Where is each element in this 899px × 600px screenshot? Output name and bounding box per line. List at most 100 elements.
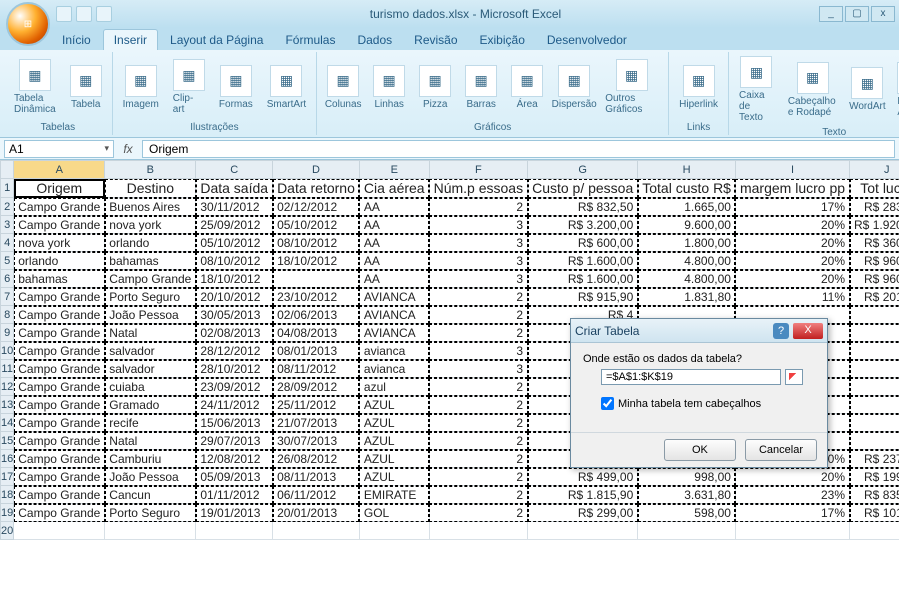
cell[interactable]: Campo Grande (14, 198, 105, 216)
cell[interactable]: Cancun (105, 486, 196, 504)
header-cell[interactable]: Núm.p essoas (429, 179, 527, 198)
cell[interactable]: AA (359, 270, 429, 288)
row-header-14[interactable]: 14 (1, 414, 14, 432)
cell[interactable]: R$ 3.200,00 (528, 216, 638, 234)
row-header-17[interactable]: 17 (1, 468, 14, 486)
cell[interactable]: 17% (735, 198, 849, 216)
header-cell[interactable]: Custo p/ pessoa (528, 179, 638, 198)
cell[interactable]: Campo Grande (14, 324, 105, 342)
cell[interactable]: orlando (105, 234, 196, 252)
cell[interactable]: R$ 283,05 (850, 198, 899, 216)
col-header-A[interactable]: A (14, 161, 105, 179)
cell[interactable]: R$ 101,66 (850, 504, 899, 522)
cell[interactable]: 02/08/2013 (196, 324, 273, 342)
cell[interactable]: 3 (429, 252, 527, 270)
row-header-6[interactable]: 6 (1, 270, 14, 288)
cell[interactable]: R$ 201,50 (850, 288, 899, 306)
row-header-2[interactable]: 2 (1, 198, 14, 216)
ribbon-clip-art[interactable]: ▦Clip-art (169, 57, 209, 117)
row-header-8[interactable]: 8 (1, 306, 14, 324)
col-header-H[interactable]: H (638, 161, 736, 179)
cell[interactable]: 3 (429, 234, 527, 252)
cell[interactable]: 05/10/2012 (196, 234, 273, 252)
cell[interactable] (850, 360, 899, 378)
cell[interactable]: 23/09/2012 (196, 378, 273, 396)
cell[interactable]: bahamas (14, 270, 105, 288)
cell[interactable] (735, 522, 849, 540)
cell[interactable]: salvador (105, 360, 196, 378)
cell[interactable]: 01/11/2012 (196, 486, 273, 504)
cell[interactable]: Campo Grande (14, 396, 105, 414)
name-box[interactable]: A1 (4, 140, 114, 158)
cell[interactable]: R$ 1.600,00 (528, 270, 638, 288)
row-header-9[interactable]: 9 (1, 324, 14, 342)
row-header-15[interactable]: 15 (1, 432, 14, 450)
cell[interactable]: Porto Seguro (105, 288, 196, 306)
ribbon--rea[interactable]: ▦Área (507, 63, 547, 112)
cell[interactable]: AZUL (359, 396, 429, 414)
cell[interactable]: R$ 199,60 (850, 468, 899, 486)
cell[interactable]: 29/07/2013 (196, 432, 273, 450)
cell[interactable] (14, 522, 105, 540)
cell[interactable]: 2 (429, 432, 527, 450)
header-cell[interactable]: Origem (14, 179, 105, 198)
tab-dados[interactable]: Dados (347, 30, 402, 50)
row-header-20[interactable]: 20 (1, 522, 14, 540)
ribbon-tabela[interactable]: ▦Tabela (66, 63, 106, 112)
cell[interactable]: 25/11/2012 (273, 396, 360, 414)
cell[interactable]: 15/06/2013 (196, 414, 273, 432)
tab-desenvolvedor[interactable]: Desenvolvedor (537, 30, 637, 50)
cell[interactable]: Campo Grande (14, 486, 105, 504)
cell[interactable]: AZUL (359, 450, 429, 468)
range-input[interactable]: =$A$1:$K$19 (601, 369, 781, 385)
cell[interactable]: 17% (735, 504, 849, 522)
cell[interactable]: R$ 600,00 (528, 234, 638, 252)
cell[interactable]: 3 (429, 360, 527, 378)
cell[interactable]: 18/10/2012 (273, 252, 360, 270)
row-header-16[interactable]: 16 (1, 450, 14, 468)
cell[interactable]: 18/10/2012 (196, 270, 273, 288)
tab-exibição[interactable]: Exibição (470, 30, 535, 50)
cell[interactable]: avianca (359, 360, 429, 378)
cell[interactable]: 08/10/2012 (196, 252, 273, 270)
office-button[interactable]: ⊞ (6, 2, 50, 46)
cell[interactable]: Camburiu (105, 450, 196, 468)
cell[interactable]: 3 (429, 342, 527, 360)
cell[interactable] (429, 522, 527, 540)
header-cell[interactable]: Data retorno (273, 179, 360, 198)
cell[interactable] (850, 306, 899, 324)
cell[interactable] (528, 522, 638, 540)
tab-layout-da-página[interactable]: Layout da Página (160, 30, 273, 50)
cell[interactable] (850, 324, 899, 342)
cell[interactable]: recife (105, 414, 196, 432)
cell[interactable]: 19/01/2013 (196, 504, 273, 522)
ribbon-smartart[interactable]: ▦SmartArt (263, 63, 310, 112)
row-header-12[interactable]: 12 (1, 378, 14, 396)
ribbon-pizza[interactable]: ▦Pizza (415, 63, 455, 112)
ribbon-linha-assina[interactable]: ▦Linha Assina (893, 60, 899, 120)
tab-início[interactable]: Início (52, 30, 101, 50)
cell[interactable]: 4.800,00 (638, 270, 736, 288)
ok-button[interactable]: OK (664, 439, 736, 461)
row-header-7[interactable]: 7 (1, 288, 14, 306)
cell[interactable]: 20/01/2013 (273, 504, 360, 522)
ribbon-formas[interactable]: ▦Formas (215, 63, 257, 112)
cell[interactable]: R$ 1.920,00 (850, 216, 899, 234)
cell[interactable]: AVIANCA (359, 324, 429, 342)
cell[interactable]: EMIRATE (359, 486, 429, 504)
cell[interactable]: Buenos Aires (105, 198, 196, 216)
col-header-G[interactable]: G (528, 161, 638, 179)
cell[interactable]: Campo Grande (14, 306, 105, 324)
ribbon-dispers-o[interactable]: ▦Dispersão (553, 63, 595, 112)
ribbon-tabela-din-mica[interactable]: ▦Tabela Dinâmica (10, 57, 60, 117)
select-all[interactable] (1, 161, 14, 179)
cell[interactable]: 2 (429, 288, 527, 306)
cell[interactable] (273, 270, 360, 288)
cell[interactable]: Campo Grande (14, 216, 105, 234)
col-header-C[interactable]: C (196, 161, 273, 179)
row-header-11[interactable]: 11 (1, 360, 14, 378)
col-header-E[interactable]: E (359, 161, 429, 179)
header-cell[interactable]: Cia aérea (359, 179, 429, 198)
cell[interactable]: R$ 360,00 (850, 234, 899, 252)
cell[interactable]: 1.831,80 (638, 288, 736, 306)
